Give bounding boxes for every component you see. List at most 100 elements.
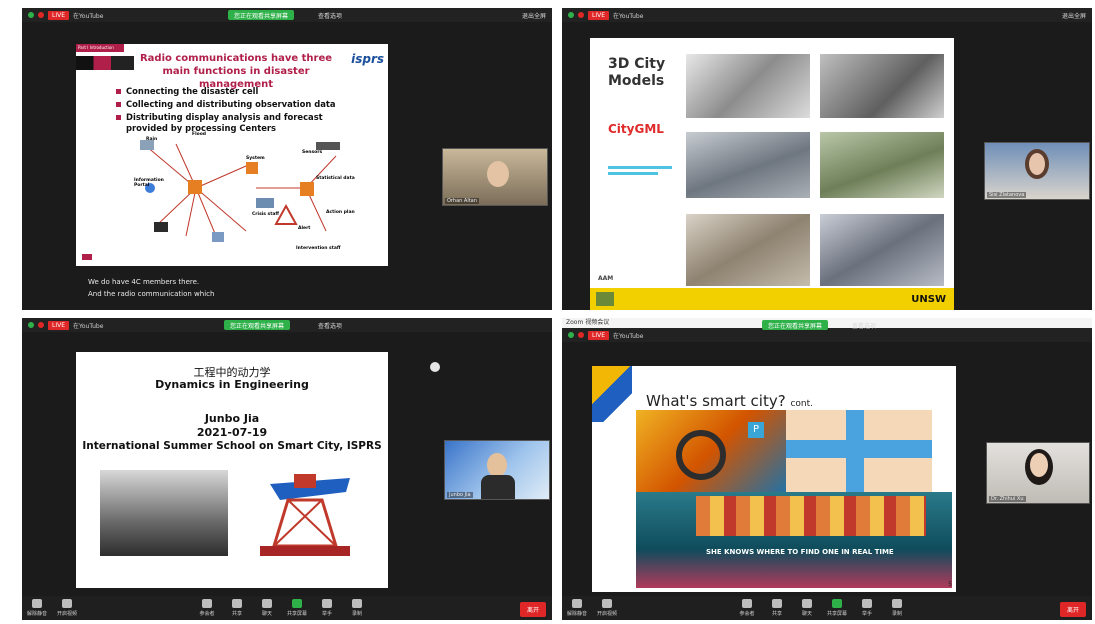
youtube-label[interactable]: 在YouTube [613, 331, 643, 340]
share-button[interactable]: 共享 [222, 599, 252, 617]
live-badge[interactable]: LIVE [588, 330, 610, 340]
slide-footer-mark [82, 254, 92, 260]
camera-icon [602, 599, 612, 608]
speaker-face [487, 161, 509, 187]
slide-header-bars [76, 56, 134, 70]
youtube-label[interactable]: 在YouTube [73, 321, 103, 330]
corner-decoration [592, 366, 632, 422]
participants-icon [742, 599, 752, 608]
shared-slide: Part I Introduction Radio communications… [76, 44, 388, 266]
chat-icon [802, 599, 812, 608]
raise-hand-button[interactable]: 举手 [852, 599, 882, 617]
shared-slide: 3D City Models CityGML AAM UNSW [590, 38, 954, 310]
panel-dynamics-in-engineering: LIVE 在YouTube 您正在观看共享屏幕 查看选项 工程中的动力学 Dyn… [22, 318, 552, 620]
author-name: Junbo Jia [204, 412, 260, 425]
video-button[interactable]: 开启视频 [52, 599, 82, 617]
system-node [246, 162, 258, 174]
label-rain: Rain [146, 137, 158, 142]
disaster-network-diagram [140, 140, 340, 242]
speaker-video-tile[interactable]: Dr. Zhihui Xu [986, 442, 1090, 504]
share-status-badge: 您正在观看共享屏幕 [228, 10, 295, 20]
speaker-face [1029, 153, 1045, 175]
isprs-logo: isprs [351, 52, 384, 66]
parking-icon: P [748, 422, 764, 438]
youtube-label[interactable]: 在YouTube [73, 11, 103, 20]
security-icon[interactable] [28, 322, 34, 328]
speaker-shirt [481, 475, 515, 499]
view-options-button[interactable]: 查看选项 [318, 11, 342, 20]
label-statistical-data: Statistical data [316, 176, 355, 181]
share-button[interactable]: 共享 [762, 599, 792, 617]
live-badge[interactable]: LIVE [48, 320, 70, 330]
bullet-list: Connecting the disaster cell Collecting … [116, 86, 356, 136]
chat-button[interactable]: 聊天 [252, 599, 282, 617]
hand-icon [322, 599, 332, 608]
live-badge[interactable]: LIVE [48, 10, 70, 20]
citygml-logo: CityGML [608, 122, 664, 136]
participants-icon [202, 599, 212, 608]
city-model-image [820, 54, 944, 118]
speaker-face [1030, 453, 1048, 477]
share-icon [232, 599, 242, 608]
share-screen-button[interactable]: 共享屏幕 [282, 599, 312, 617]
speaker-video-tile[interactable]: Orhan Altan [442, 148, 548, 206]
participants-button[interactable]: 参会者 [192, 599, 222, 617]
leave-button[interactable]: 离开 [519, 602, 546, 617]
crisis-staff-node [256, 198, 274, 208]
bullet-item: Distributing display analysis and foreca… [116, 112, 356, 134]
record-button[interactable]: 录制 [342, 599, 372, 617]
exit-fullscreen-button[interactable]: 退出全屏 [1062, 11, 1086, 20]
speaker-name: Dr. Zhihui Xu [989, 496, 1026, 502]
window-title: Zoom 视频会议 [566, 319, 610, 326]
view-options-button[interactable]: 查看选项 [852, 321, 876, 330]
illustration-caption: SHE KNOWS WHERE TO FIND ONE IN REAL TIME [706, 548, 894, 556]
pointer-icon[interactable] [430, 362, 440, 372]
shared-slide: 工程中的动力学 Dynamics in Engineering Junbo Ji… [76, 352, 388, 588]
youtube-label[interactable]: 在YouTube [613, 11, 643, 20]
security-icon[interactable] [28, 12, 34, 18]
truck-icon [212, 232, 224, 242]
record-button[interactable]: 录制 [882, 599, 912, 617]
meeting-toolbar: 解除静音 开启视频 参会者 共享 聊天 共享屏幕 举手 录制 离开 [562, 596, 1092, 620]
participants-button[interactable]: 参会者 [732, 599, 762, 617]
slide-title: 3D City Models [608, 56, 666, 89]
leave-button[interactable]: 离开 [1059, 602, 1086, 617]
caption-line-2: And the radio communication which [88, 290, 215, 298]
live-badge[interactable]: LIVE [588, 10, 610, 20]
unmute-button[interactable]: 解除静音 [562, 599, 592, 617]
speaker-name: Junbo Jia [447, 492, 473, 498]
chat-icon [262, 599, 272, 608]
share-screen-button[interactable]: 共享屏幕 [822, 599, 852, 617]
chat-button[interactable]: 聊天 [792, 599, 822, 617]
illustration-roads [786, 410, 932, 492]
record-icon [352, 599, 362, 608]
unmute-button[interactable]: 解除静音 [22, 599, 52, 617]
slide-page-number: 5 [948, 581, 952, 588]
share-screen-icon [292, 599, 302, 608]
slide-title: What's smart city? cont. [646, 392, 814, 410]
video-button[interactable]: 开启视频 [592, 599, 622, 617]
view-options-button[interactable]: 查看选项 [318, 321, 342, 330]
bullet-item: Connecting the disaster cell [116, 86, 356, 97]
speaker-video-tile[interactable]: Sisi Zlatanova [984, 142, 1090, 200]
caption-line-1: We do have 4C members there. [88, 278, 200, 286]
event-name: International Summer School on Smart Cit… [82, 440, 382, 452]
tv-icon [154, 222, 168, 232]
security-icon[interactable] [568, 12, 574, 18]
label-information-portal: Information Portal [134, 178, 164, 188]
label-intervention-staff: Intervention staff [296, 246, 341, 251]
raise-hand-button[interactable]: 举手 [312, 599, 342, 617]
exit-fullscreen-button[interactable]: 退出全屏 [522, 11, 546, 20]
cyan-text-line [608, 172, 658, 175]
meeting-top-bar: LIVE 在YouTube [562, 8, 1092, 22]
speaker-name: Sisi Zlatanova [987, 192, 1027, 198]
speaker-face [487, 453, 507, 477]
speaker-video-tile[interactable]: Junbo Jia [444, 440, 550, 500]
meeting-toolbar: 解除静音 开启视频 参会者 共享 聊天 共享屏幕 举手 录制 离开 [22, 596, 552, 620]
security-icon[interactable] [568, 332, 574, 338]
unsw-logo: UNSW [911, 294, 946, 305]
record-icon [892, 599, 902, 608]
slide-tag: Part I Introduction [76, 44, 124, 52]
crest-icon [596, 292, 614, 306]
record-dot-icon [38, 12, 44, 18]
